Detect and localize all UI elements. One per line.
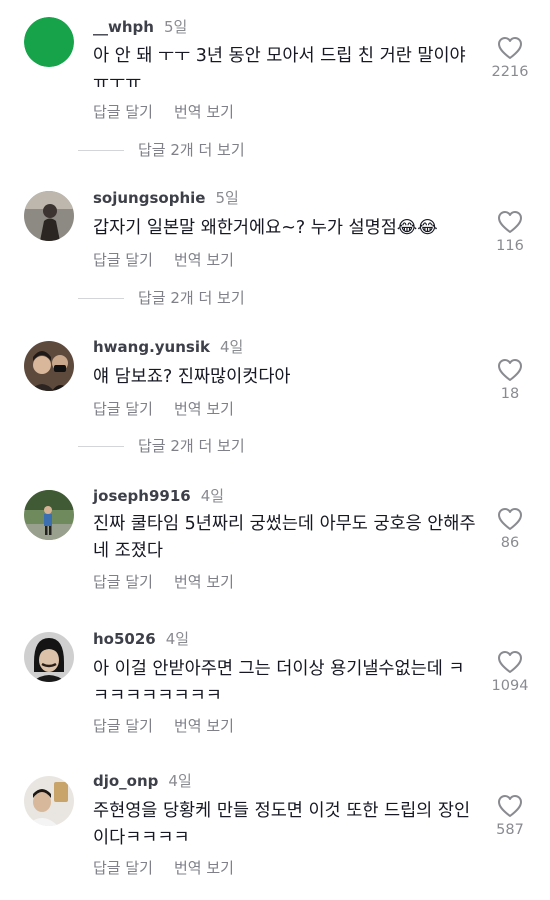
reply-button[interactable]: 답글 달기 — [93, 398, 153, 419]
reply-button[interactable]: 답글 달기 — [93, 101, 153, 122]
view-more-replies-label[interactable]: 답글 2개 더 보기 — [138, 140, 245, 160]
like-count: 2216 — [491, 64, 529, 80]
username[interactable]: sojungsophie — [93, 189, 205, 207]
username[interactable]: __whph — [93, 18, 154, 36]
like-button[interactable]: 86 — [490, 507, 530, 551]
comment-text: 아 이걸 안받아주면 그는 더이상 용기낼수없는데 ㅋㅋㅋㅋㅋㅋㅋㅋㅋ — [93, 659, 465, 706]
like-count: 1094 — [491, 678, 529, 694]
timestamp: 4일 — [200, 487, 225, 505]
translate-button[interactable]: 번역 보기 — [174, 101, 234, 122]
username[interactable]: hwang.yunsik — [93, 338, 210, 356]
comment-meta: sojungsophie 5일 — [93, 188, 239, 208]
comment-text: 진짜 쿨타임 5년짜리 궁썼는데 아무도 궁호응 안해주네 조졌다 — [93, 514, 476, 561]
comment-meta: hwang.yunsik 4일 — [93, 337, 243, 357]
username[interactable]: ho5026 — [93, 630, 156, 648]
timestamp: 4일 — [168, 772, 192, 790]
timestamp: 5일 — [163, 18, 188, 36]
avatar[interactable] — [24, 341, 74, 391]
username[interactable]: djo_onp — [93, 772, 158, 790]
comment-meta: __whph 5일 — [93, 17, 187, 37]
like-button[interactable]: 2216 — [490, 36, 530, 80]
reply-button[interactable]: 답글 달기 — [93, 857, 153, 878]
timestamp: 4일 — [165, 630, 190, 648]
avatar[interactable] — [24, 776, 74, 826]
translate-button[interactable]: 번역 보기 — [174, 571, 234, 592]
divider — [78, 150, 124, 151]
comment-text: 아 안 돼 ㅜㅜ 3년 동안 모아서 드립 친 거란 말이야ㅠㅜㅠ — [93, 46, 466, 93]
like-count: 587 — [496, 822, 524, 838]
comment-text: 얘 담보죠? 진짜많이컷다아 — [93, 367, 291, 387]
heart-outline-icon[interactable] — [497, 358, 523, 382]
comment-meta: ho5026 4일 — [93, 629, 189, 649]
comment-actions: 답글 달기 번역 보기 — [93, 249, 234, 270]
heart-outline-icon[interactable] — [497, 210, 523, 234]
comment-actions: 답글 달기 번역 보기 — [93, 571, 234, 592]
translate-button[interactable]: 번역 보기 — [174, 249, 234, 270]
divider — [78, 298, 124, 299]
comment-actions: 답글 달기 번역 보기 — [93, 715, 234, 736]
like-count: 86 — [500, 535, 520, 551]
like-button[interactable]: 116 — [490, 210, 530, 254]
timestamp: 5일 — [215, 189, 239, 207]
avatar[interactable] — [24, 490, 74, 540]
avatar[interactable] — [24, 17, 74, 67]
comment-actions: 답글 달기 번역 보기 — [93, 398, 234, 419]
heart-outline-icon[interactable] — [497, 507, 523, 531]
like-button[interactable]: 1094 — [490, 650, 530, 694]
heart-outline-icon[interactable] — [497, 650, 523, 674]
avatar[interactable] — [24, 191, 74, 241]
reply-button[interactable]: 답글 달기 — [93, 715, 153, 736]
comment-meta: djo_onp 4일 — [93, 771, 192, 791]
like-button[interactable]: 18 — [490, 358, 530, 402]
avatar[interactable] — [24, 632, 74, 682]
reply-button[interactable]: 답글 달기 — [93, 571, 153, 592]
comment-actions: 답글 달기 번역 보기 — [93, 857, 234, 878]
comment-text: 갑자기 일본말 왜한거에요~? 누가 설명점😂😂 — [93, 218, 438, 238]
divider — [78, 446, 124, 447]
comment-meta: joseph9916 4일 — [93, 486, 224, 506]
like-count: 18 — [500, 386, 520, 402]
reply-button[interactable]: 답글 달기 — [93, 249, 153, 270]
translate-button[interactable]: 번역 보기 — [174, 857, 234, 878]
view-more-replies-label[interactable]: 답글 2개 더 보기 — [138, 288, 245, 308]
like-button[interactable]: 587 — [490, 794, 530, 838]
translate-button[interactable]: 번역 보기 — [174, 715, 234, 736]
translate-button[interactable]: 번역 보기 — [174, 398, 234, 419]
like-count: 116 — [496, 238, 524, 254]
username[interactable]: joseph9916 — [93, 487, 191, 505]
comment-text: 주현영을 당황케 만들 정도면 이것 또한 드립의 장인이다ㅋㅋㅋㅋ — [93, 801, 471, 848]
heart-outline-icon[interactable] — [497, 36, 523, 60]
view-more-replies-label[interactable]: 답글 2개 더 보기 — [138, 436, 245, 456]
heart-outline-icon[interactable] — [497, 794, 523, 818]
comment-actions: 답글 달기 번역 보기 — [93, 101, 234, 122]
timestamp: 4일 — [219, 338, 244, 356]
